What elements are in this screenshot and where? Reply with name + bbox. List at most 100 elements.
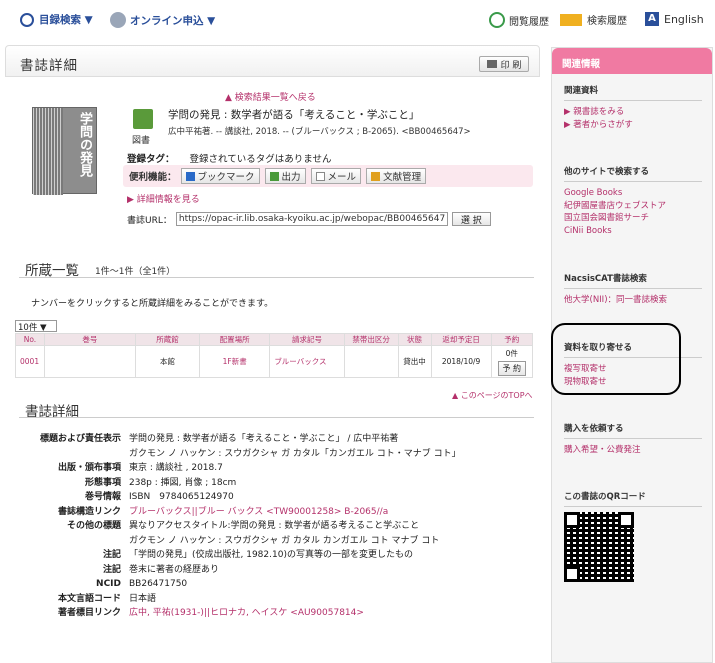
select-button[interactable]: 選 択 bbox=[451, 212, 491, 226]
qr-code-image bbox=[564, 512, 634, 582]
url-label: 書誌URL： bbox=[127, 215, 172, 226]
printer-icon bbox=[486, 60, 497, 68]
detail-value: BB26471750 bbox=[129, 579, 188, 589]
highlight-annotation-circle bbox=[551, 323, 681, 395]
detail-key bbox=[5, 534, 129, 549]
mail-button[interactable]: メール bbox=[310, 168, 362, 184]
sidebar-item-nii-search[interactable]: 他大学(NII)：同一書誌検索 bbox=[564, 294, 702, 307]
reserve-count: 0件 bbox=[505, 348, 518, 358]
detail-value: ISBN 9784065124970 bbox=[129, 492, 234, 502]
detail-row: 巻号情報 ISBN 9784065124970 bbox=[5, 490, 540, 505]
qr-title: この書誌のQRコード bbox=[564, 490, 702, 507]
purchase-group: 購入を依頼する 購入希望・公費発注 bbox=[564, 422, 702, 457]
bookmark-button[interactable]: ブックマーク bbox=[180, 168, 260, 184]
print-button[interactable]: 印 刷 bbox=[479, 56, 529, 72]
qr-corner bbox=[564, 512, 580, 528]
browse-history-link[interactable]: 閲覧履歴 bbox=[489, 12, 549, 28]
related-materials-group: 関連資料 ▶ 親書誌をみる ▶ 著者からさがす bbox=[564, 84, 702, 131]
mail-icon bbox=[315, 171, 325, 181]
table-row: 0001 本館 1F新書 ブルーバックス 貸出中 2018/10/9 0件 予 … bbox=[15, 345, 534, 378]
col-reserve: 予約 bbox=[490, 333, 534, 346]
page-title: 書誌詳細 bbox=[20, 58, 78, 74]
reference-manager-button[interactable]: 文献管理 bbox=[366, 168, 427, 184]
detail-value-link[interactable]: 広中, 平祐(1931-)||ヒロナカ, ヘイスケ <AU90057814> bbox=[129, 606, 540, 621]
detail-row: NCID BB26471750 bbox=[5, 577, 540, 592]
sidebar-item-purchase-request[interactable]: 購入希望・公費発注 bbox=[564, 444, 702, 457]
holdings-table: No. 巻号 所蔵館 配置場所 請求記号 禁帯出区分 状態 返却予定日 予約 0… bbox=[15, 333, 534, 378]
page-top-link[interactable]: ▲ このページのTOPへ bbox=[452, 390, 533, 401]
book-publication-line: 広中平祐著. -- 講談社, 2018. -- (ブルーバックス ; B-206… bbox=[168, 127, 471, 137]
table-header-row: No. 巻号 所蔵館 配置場所 請求記号 禁帯出区分 状態 返却予定日 予約 bbox=[15, 333, 534, 346]
detail-value: 異なりアクセスタイトル:学問の発見 : 数学者が語る考えること学ぶこと bbox=[129, 521, 420, 531]
detail-key: 著者標目リンク bbox=[57, 608, 121, 618]
print-label: 印 刷 bbox=[500, 60, 522, 71]
holding-library: 本館 bbox=[134, 345, 201, 378]
online-apply-label: オンライン申込 ▼ bbox=[130, 14, 216, 27]
book-icon bbox=[133, 109, 153, 129]
purchase-title: 購入を依頼する bbox=[564, 422, 702, 439]
main-panel: 書誌詳細 印 刷 ▲ 検索結果一覧へ戻る 学問の発見 図書 学問の発見 : 数学… bbox=[5, 45, 540, 663]
detail-key: 形態事項 bbox=[84, 477, 121, 488]
clock-icon bbox=[489, 12, 505, 28]
sidebar-item-kinokuniya[interactable]: 紀伊國屋書店ウェブストア bbox=[564, 200, 702, 213]
user-icon bbox=[110, 12, 126, 28]
detail-value: ガクモン ノ ハッケン : スウガクシャ ガ カタル「カンガエル コト・マナブ … bbox=[129, 448, 461, 459]
bookmark-icon bbox=[185, 171, 195, 181]
detail-value: 巻末に著者の経歴あり bbox=[129, 564, 220, 575]
bib-detail-header: 書誌詳細 印 刷 bbox=[5, 45, 540, 77]
detail-value-link[interactable]: ブルーバックス||ブルー バックス <TW90001258> B-2065//a bbox=[129, 505, 540, 520]
online-apply-menu[interactable]: オンライン申込 ▼ bbox=[110, 12, 215, 28]
sidebar-item-cinii[interactable]: CiNii Books bbox=[564, 225, 702, 238]
holding-no-link[interactable]: 0001 bbox=[15, 345, 45, 378]
reserve-button[interactable]: 予 約 bbox=[497, 360, 527, 376]
sidebar-item-ndl-search[interactable]: 国立国会図書館サーチ bbox=[564, 212, 702, 225]
nacsis-group: NacsisCAT書誌検索 他大学(NII)：同一書誌検索 bbox=[564, 272, 702, 307]
reference-manager-label: 文献管理 bbox=[383, 172, 422, 183]
holding-volume bbox=[43, 345, 136, 378]
holding-location-link[interactable]: 1F新書 bbox=[199, 345, 271, 378]
detail-value: 東京 : 講談社 , 2018.7 bbox=[129, 463, 223, 473]
other-sites-group: 他のサイトで検索する Google Books 紀伊國屋書店ウェブストア 国立国… bbox=[564, 165, 702, 237]
detail-row: 出版・頒布事項 東京 : 講談社 , 2018.7 bbox=[5, 461, 540, 476]
detail-row: 注記 巻末に著者の経歴あり bbox=[5, 563, 540, 578]
holding-status: 貸出中 bbox=[397, 345, 432, 378]
bookmark-label: ブックマーク bbox=[197, 172, 255, 183]
detail-key: NCID bbox=[96, 579, 121, 589]
tag-value: 登録されているタグはありません bbox=[189, 154, 332, 165]
cover-title: 学問の発見 bbox=[77, 112, 92, 177]
holdings-title: 所蔵一覧 bbox=[25, 263, 79, 279]
qr-group: この書誌のQRコード bbox=[564, 490, 702, 582]
detail-key bbox=[5, 447, 129, 462]
top-bar: 目録検索 ▼ オンライン申込 ▼ 閲覧履歴 検索履歴 A English bbox=[0, 0, 715, 42]
sidebar-item-parent-bib[interactable]: ▶ 親書誌をみる bbox=[564, 106, 702, 119]
tag-label: 登録タグ： bbox=[127, 154, 175, 165]
sidebar-item-search-author[interactable]: ▶ 著者からさがす bbox=[564, 119, 702, 132]
col-status: 状態 bbox=[397, 333, 432, 346]
other-sites-title: 他のサイトで検索する bbox=[564, 165, 702, 182]
holdings-count: 1件～1件（全1件） bbox=[95, 267, 176, 277]
bib-url-input[interactable] bbox=[175, 212, 448, 226]
detail-key: 出版・頒布事項 bbox=[57, 463, 121, 473]
col-restriction: 禁帯出区分 bbox=[343, 333, 399, 346]
language-icon: A bbox=[645, 12, 659, 26]
nacsis-title: NacsisCAT書誌検索 bbox=[564, 272, 702, 289]
qr-corner bbox=[618, 512, 634, 528]
sidebar-item-google-books[interactable]: Google Books bbox=[564, 187, 702, 200]
search-history-link[interactable]: 検索履歴 bbox=[560, 12, 627, 27]
book-title: 学問の発見 : 数学者が語る「考えること・学ぶこと」 bbox=[168, 109, 420, 121]
holding-call-no-link[interactable]: ブルーバックス bbox=[269, 345, 345, 378]
browse-history-label: 閲覧履歴 bbox=[509, 16, 549, 28]
related-materials-title: 関連資料 bbox=[564, 84, 702, 101]
output-icon bbox=[269, 171, 279, 181]
show-detail-link[interactable]: ▶ 詳細情報を見る bbox=[127, 192, 200, 205]
divider bbox=[19, 277, 534, 278]
col-volume: 巻号 bbox=[43, 333, 136, 346]
col-due: 返却予定日 bbox=[430, 333, 492, 346]
language-link[interactable]: A English bbox=[645, 12, 704, 26]
catalog-search-menu[interactable]: 目録検索 ▼ bbox=[20, 12, 93, 27]
output-label: 出力 bbox=[281, 172, 301, 183]
per-page-select[interactable]: 10件 ▼ bbox=[15, 320, 57, 333]
output-button[interactable]: 出力 bbox=[264, 168, 306, 184]
detail-row: 注記 「学問の発見」(佼成出版社, 1982.10)の写真等の一部を変更したもの bbox=[5, 548, 540, 563]
back-to-results-link[interactable]: ▲ 検索結果一覧へ戻る bbox=[225, 90, 316, 103]
